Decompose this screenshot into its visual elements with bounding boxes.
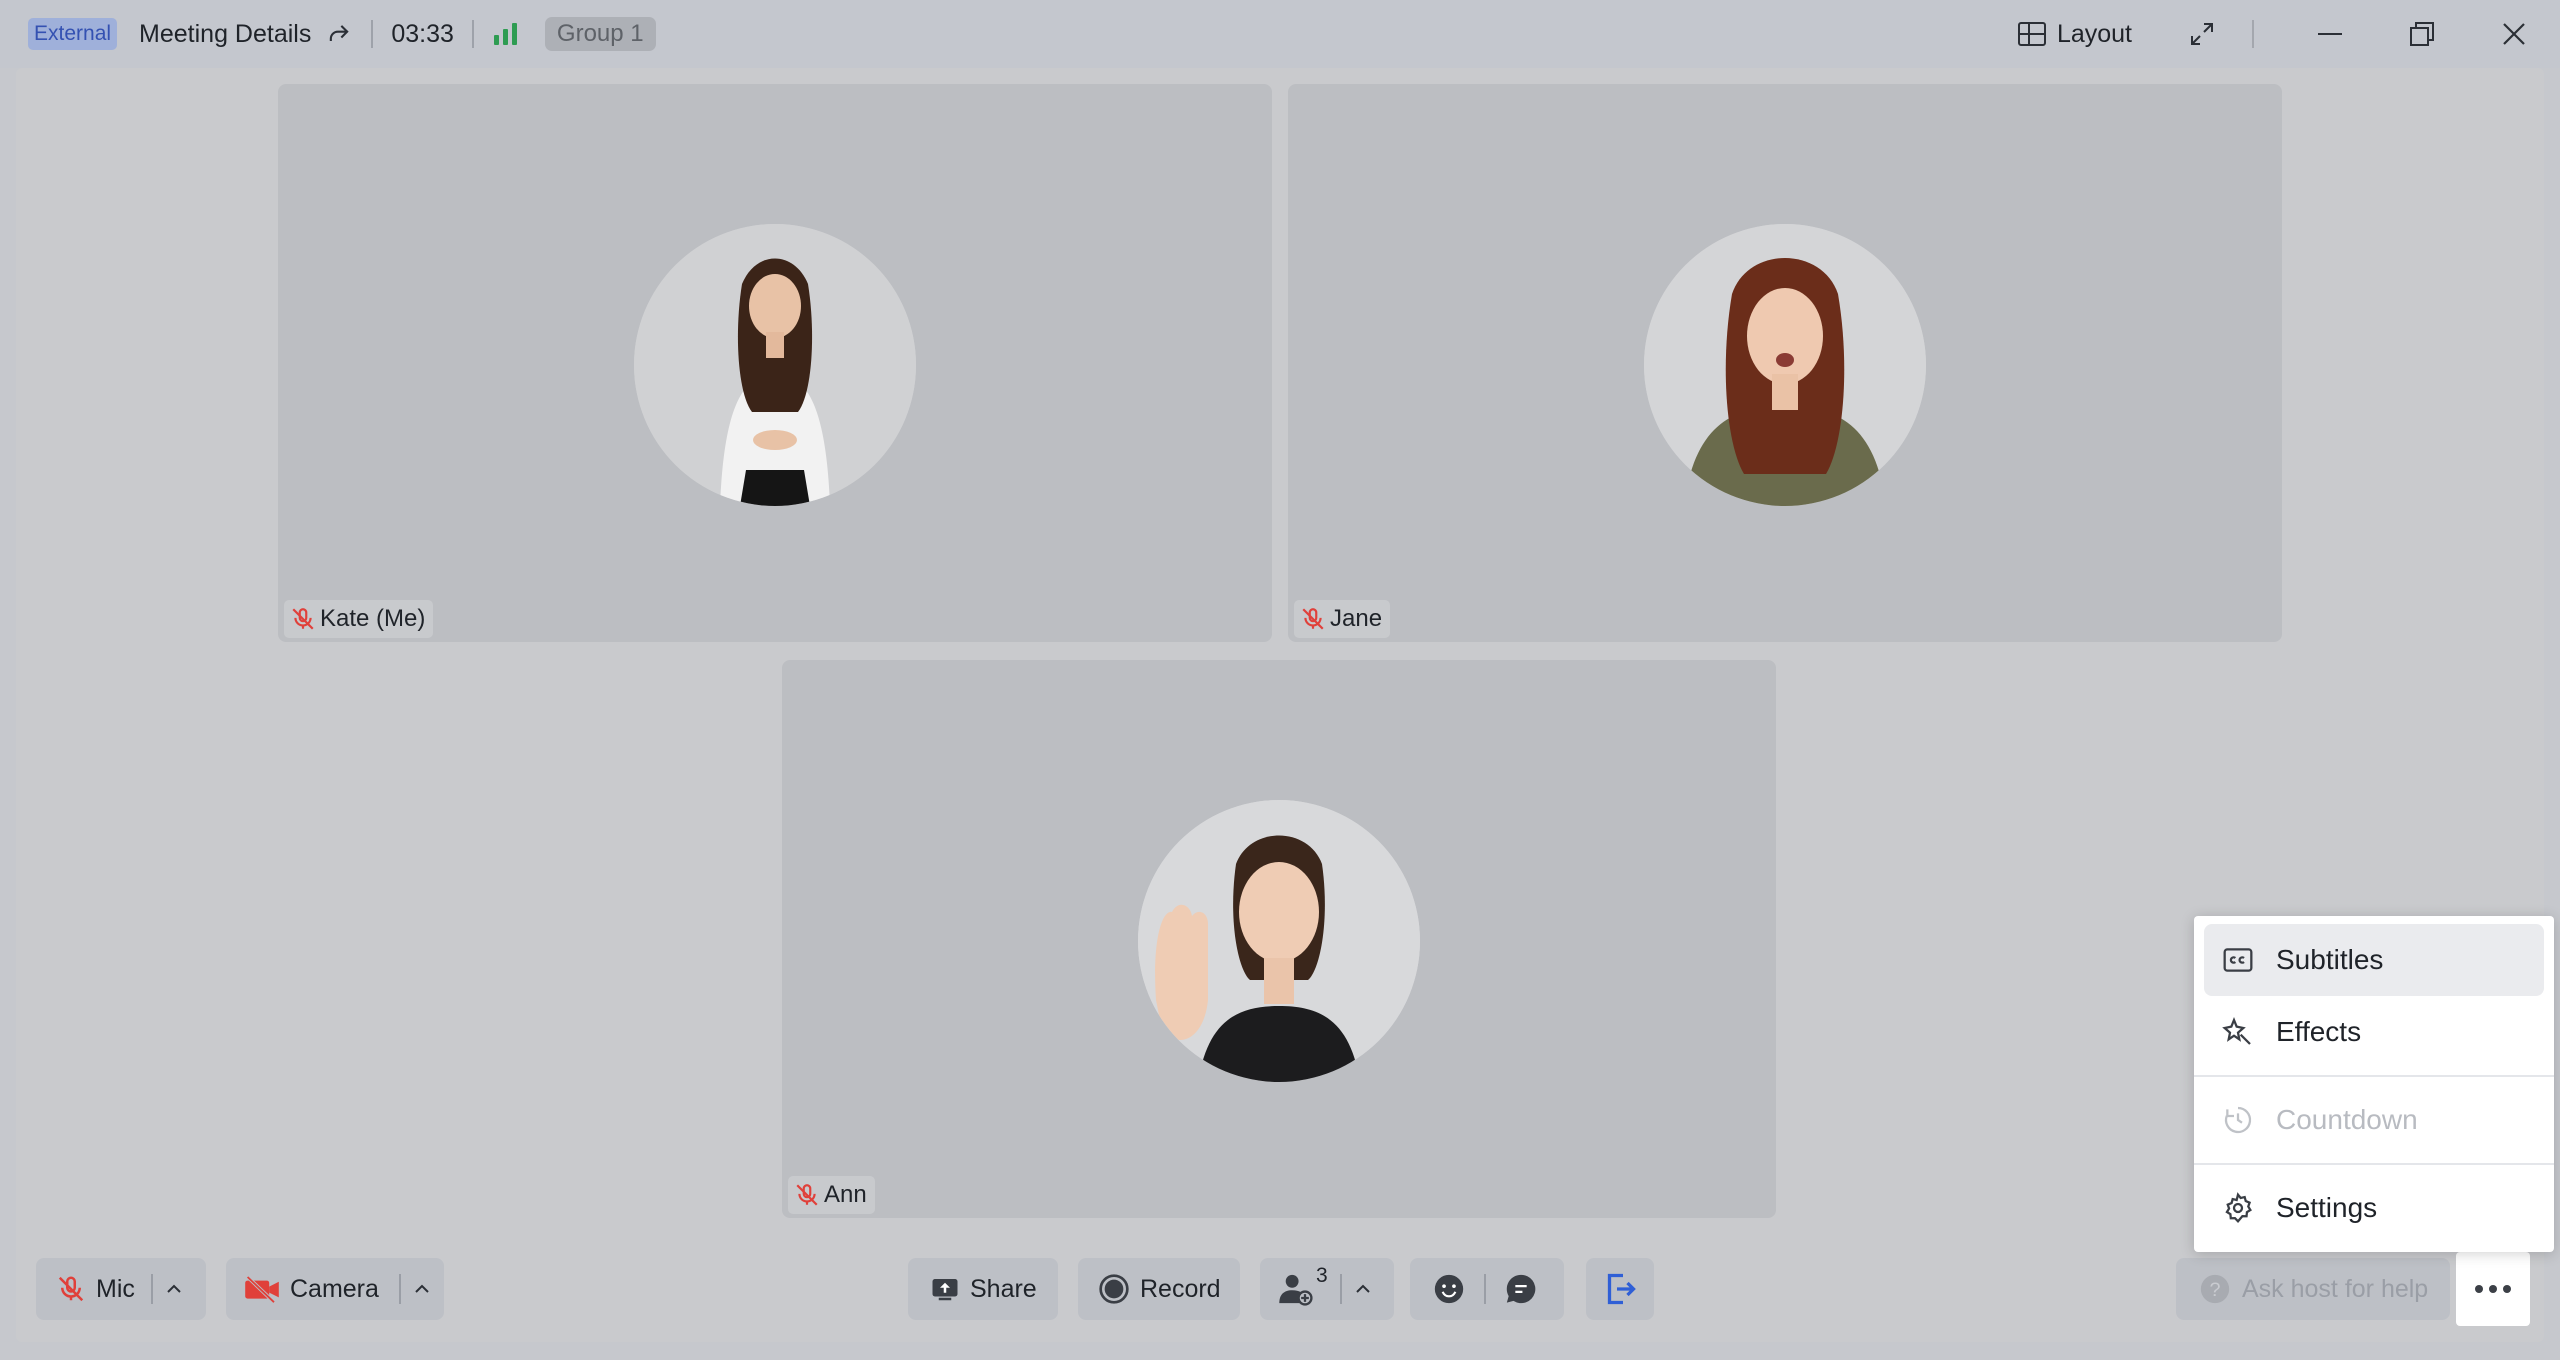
leave-meeting-button[interactable]: [1586, 1258, 1654, 1320]
network-signal-icon[interactable]: [493, 23, 517, 45]
participant-photo: [1644, 224, 1926, 506]
grid-layout-icon: [2017, 22, 2046, 46]
share-link-icon[interactable]: [325, 20, 353, 48]
minimize-icon: [2318, 33, 2342, 35]
camera-control: Camera: [226, 1258, 444, 1320]
menu-item-label: Subtitles: [2276, 944, 2384, 975]
help-icon: ?: [2200, 1274, 2230, 1304]
emoji-reaction-icon[interactable]: [1432, 1272, 1466, 1306]
restore-icon: [2410, 22, 2434, 46]
gear-icon: [2225, 1192, 2252, 1224]
mic-label: Mic: [96, 1274, 135, 1303]
participant-name-tag: Ann: [788, 1176, 875, 1214]
chevron-up-icon[interactable]: [411, 1278, 433, 1300]
video-stage: Kate (Me) Jane Ann: [16, 68, 2544, 1342]
participant-count: 3: [1316, 1264, 1328, 1287]
mic-muted-icon: [1302, 608, 1324, 630]
menu-item-settings[interactable]: Settings: [2204, 1172, 2544, 1244]
avatar: [1644, 224, 1926, 506]
record-button[interactable]: Record: [1078, 1258, 1240, 1320]
mic-muted-icon: [292, 608, 314, 630]
chevron-up-icon[interactable]: [1352, 1278, 1374, 1300]
participant-name-tag: Jane: [1294, 600, 1391, 638]
record-icon: [1099, 1274, 1129, 1304]
camera-button[interactable]: Camera: [244, 1274, 379, 1304]
separator: [471, 20, 474, 48]
add-participant-icon: [1279, 1274, 1313, 1306]
help-label: Ask host for help: [2242, 1274, 2429, 1303]
share-label: Share: [970, 1274, 1037, 1303]
layout-label: Layout: [2056, 19, 2132, 48]
share-button[interactable]: Share: [908, 1258, 1058, 1320]
separator: [371, 20, 374, 48]
mic-muted-icon: [796, 1184, 818, 1206]
participant-name: Ann: [824, 1181, 867, 1208]
separator: [2252, 20, 2254, 48]
menu-item-effects[interactable]: Effects: [2204, 996, 2544, 1068]
camera-label: Camera: [290, 1274, 379, 1303]
mic-button[interactable]: Mic: [56, 1274, 135, 1304]
cc-icon: [2223, 948, 2253, 972]
participant-photo: [1138, 800, 1420, 1082]
record-label: Record: [1140, 1274, 1221, 1303]
more-options-menu: Subtitles Effects Countdown Settings: [2194, 916, 2554, 1252]
participant-name: Kate (Me): [320, 605, 426, 632]
window-controls: Layout: [2017, 0, 2560, 68]
fullscreen-button[interactable]: [2172, 0, 2232, 68]
menu-divider: [2194, 1163, 2554, 1165]
svg-text:?: ?: [2209, 1279, 2220, 1301]
menu-item-subtitles[interactable]: Subtitles: [2204, 924, 2544, 996]
menu-item-label: Settings: [2276, 1192, 2378, 1223]
camera-off-icon: [245, 1275, 279, 1304]
avatar: [1138, 800, 1420, 1082]
more-options-button[interactable]: [2456, 1252, 2530, 1326]
participant-name-tag: Kate (Me): [284, 600, 434, 638]
separator: [1339, 1274, 1342, 1304]
mic-control: Mic: [36, 1258, 206, 1320]
effects-icon: [2222, 1016, 2251, 1045]
separator: [1484, 1274, 1486, 1304]
participant-tile-kate[interactable]: Kate (Me): [278, 84, 1272, 642]
leave-icon: [1607, 1273, 1636, 1305]
participant-photo: [634, 224, 916, 506]
menu-item-label: Effects: [2276, 1016, 2362, 1047]
chevron-up-icon[interactable]: [163, 1278, 185, 1300]
close-button[interactable]: [2468, 0, 2560, 68]
layout-button[interactable]: Layout: [2017, 20, 2132, 49]
participant-name: Jane: [1330, 605, 1383, 632]
avatar: [634, 224, 916, 506]
participant-tile-ann[interactable]: Ann: [782, 660, 1776, 1218]
separator: [150, 1274, 153, 1304]
close-icon: [2503, 23, 2525, 45]
restore-button[interactable]: [2376, 0, 2468, 68]
meeting-details-link[interactable]: Meeting Details: [139, 20, 311, 49]
title-bar: External Meeting Details 03:33 Group 1 L…: [0, 0, 2560, 68]
expand-icon: [2191, 23, 2213, 45]
participants-control: 3: [1260, 1258, 1394, 1320]
share-screen-icon: [932, 1279, 958, 1301]
timer-icon: [2224, 1106, 2252, 1134]
participants-button[interactable]: 3: [1278, 1264, 1328, 1306]
external-badge: External: [28, 18, 118, 50]
group-badge[interactable]: Group 1: [544, 17, 656, 51]
mic-muted-icon: [58, 1276, 84, 1302]
chat-icon[interactable]: [1504, 1272, 1538, 1306]
menu-item-label: Countdown: [2276, 1104, 2418, 1135]
minimize-button[interactable]: [2284, 0, 2376, 68]
menu-item-countdown: Countdown: [2204, 1084, 2544, 1156]
more-dots-icon: [2475, 1285, 2483, 1293]
participant-tile-jane[interactable]: Jane: [1288, 84, 2282, 642]
reactions-chat-control: [1410, 1258, 1564, 1320]
meeting-timer: 03:33: [391, 19, 454, 48]
menu-divider: [2194, 1075, 2554, 1077]
separator: [398, 1274, 401, 1304]
ask-host-help-button[interactable]: ? Ask host for help: [2176, 1258, 2450, 1320]
